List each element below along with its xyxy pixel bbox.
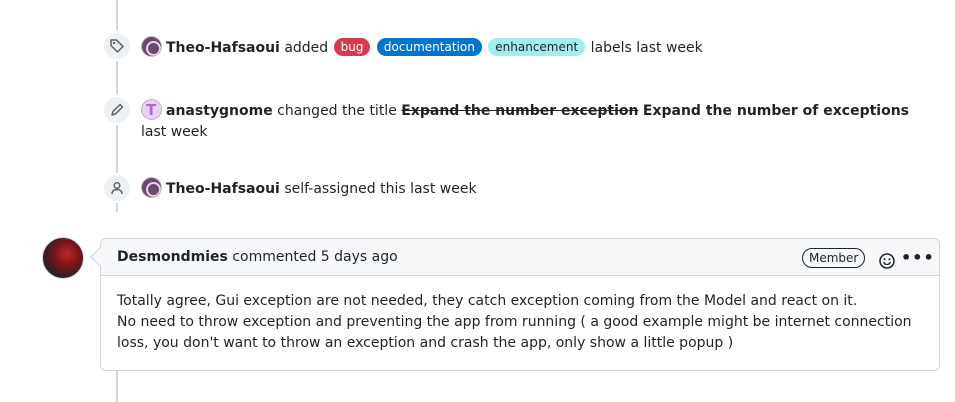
new-title: Expand the number of exceptions <box>642 103 910 119</box>
comment-line: Totally agree, Gui exception are not nee… <box>117 293 858 309</box>
comment-line: No need to throw exception and preventin… <box>117 314 912 330</box>
author-link[interactable]: anastygnome <box>166 103 273 119</box>
old-title: Expand the number exception <box>401 103 639 119</box>
commenter-avatar[interactable] <box>42 237 84 279</box>
comment-meta[interactable]: commented 5 days ago <box>232 249 397 265</box>
timeline-break <box>100 212 140 238</box>
event-text: Theo-Hafsaoui added bug documentation en… <box>141 36 915 59</box>
tag-icon <box>102 31 132 61</box>
event-action: changed the title <box>277 103 397 119</box>
comment-line: loss, you don't want to throw an excepti… <box>117 335 734 351</box>
pencil-icon <box>102 95 132 125</box>
label-documentation[interactable]: documentation <box>376 38 482 56</box>
comment-author[interactable]: Desmondmies <box>117 249 228 265</box>
event-action: self-assigned this last week <box>284 181 477 197</box>
event-suffix: labels last week <box>590 40 703 56</box>
label-enhancement[interactable]: enhancement <box>488 38 586 56</box>
member-badge: Member <box>802 248 866 268</box>
comment-card: Desmondmies commented 5 days ago Member … <box>90 238 940 371</box>
comment-body: Totally agree, Gui exception are not nee… <box>101 276 939 369</box>
event-suffix: last week <box>141 124 208 140</box>
avatar[interactable] <box>141 99 162 120</box>
person-icon <box>102 173 132 203</box>
comment-header: Desmondmies commented 5 days ago Member … <box>101 239 939 276</box>
smiley-icon[interactable] <box>878 248 896 269</box>
avatar[interactable] <box>141 36 162 57</box>
avatar[interactable] <box>141 177 162 198</box>
event-action: added <box>284 40 329 56</box>
label-bug[interactable]: bug <box>333 38 371 56</box>
event-text: Theo-Hafsaoui self-assigned this last we… <box>141 177 915 200</box>
author-link[interactable]: Theo-Hafsaoui <box>166 181 280 197</box>
event-text: anastygnome changed the title Expand the… <box>141 99 915 143</box>
kebab-menu-icon[interactable]: ••• <box>901 239 934 276</box>
author-link[interactable]: Theo-Hafsaoui <box>166 40 280 56</box>
